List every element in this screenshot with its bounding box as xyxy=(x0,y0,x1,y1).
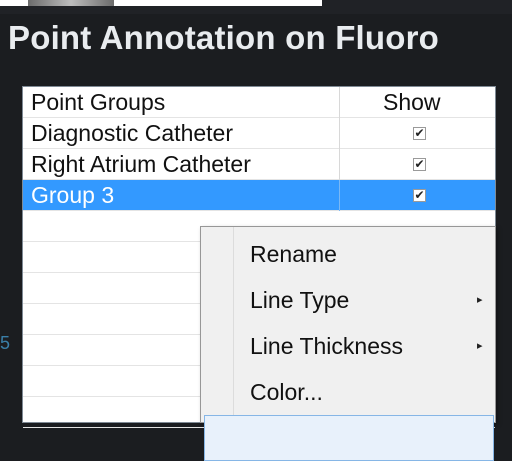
menu-item-rename[interactable]: Rename xyxy=(201,231,495,277)
row-name: Diagnostic Catheter xyxy=(31,120,233,146)
column-header-point-groups[interactable]: Point Groups xyxy=(31,87,165,118)
horizontal-scrollbar-thumb[interactable] xyxy=(28,0,114,6)
top-strip xyxy=(0,0,512,14)
context-menu: Rename Line Type ▸ Line Thickness ▸ Colo… xyxy=(200,226,496,461)
show-checkbox[interactable]: ✔ xyxy=(413,189,426,202)
table-row-selected[interactable]: Group 3 ✔ xyxy=(23,180,495,211)
menu-item-line-type[interactable]: Line Type ▸ xyxy=(201,277,495,323)
table-row[interactable]: Right Atrium Catheter ✔ xyxy=(23,149,495,180)
row-name: Group 3 xyxy=(31,182,115,208)
menu-item-label: Line Thickness xyxy=(250,333,403,359)
window-title: Point Annotation on Fluoro xyxy=(8,19,440,56)
table-header-row: Point Groups Show xyxy=(23,87,495,118)
menu-item-line-thickness[interactable]: Line Thickness ▸ xyxy=(201,323,495,369)
side-fragment-text: 5 xyxy=(0,333,11,353)
show-checkbox[interactable]: ✔ xyxy=(413,158,426,171)
show-checkbox[interactable]: ✔ xyxy=(413,127,426,140)
menu-item-label: Rename xyxy=(250,241,337,267)
column-divider xyxy=(339,149,340,180)
column-divider xyxy=(339,180,340,211)
column-divider xyxy=(339,118,340,149)
column-header-show[interactable]: Show xyxy=(383,87,441,118)
right-gutter xyxy=(496,62,512,423)
menu-item-color[interactable]: Color... xyxy=(201,369,495,415)
left-gutter xyxy=(0,62,20,423)
menu-item-label: Line Type xyxy=(250,287,350,313)
menu-item-hovered[interactable] xyxy=(204,415,494,461)
submenu-arrow-icon: ▸ xyxy=(477,294,483,306)
row-name: Right Atrium Catheter xyxy=(31,151,251,177)
table-row[interactable]: Diagnostic Catheter ✔ xyxy=(23,118,495,149)
menu-item-label: Color... xyxy=(250,379,323,405)
submenu-arrow-icon: ▸ xyxy=(477,340,483,352)
column-divider xyxy=(339,87,340,118)
